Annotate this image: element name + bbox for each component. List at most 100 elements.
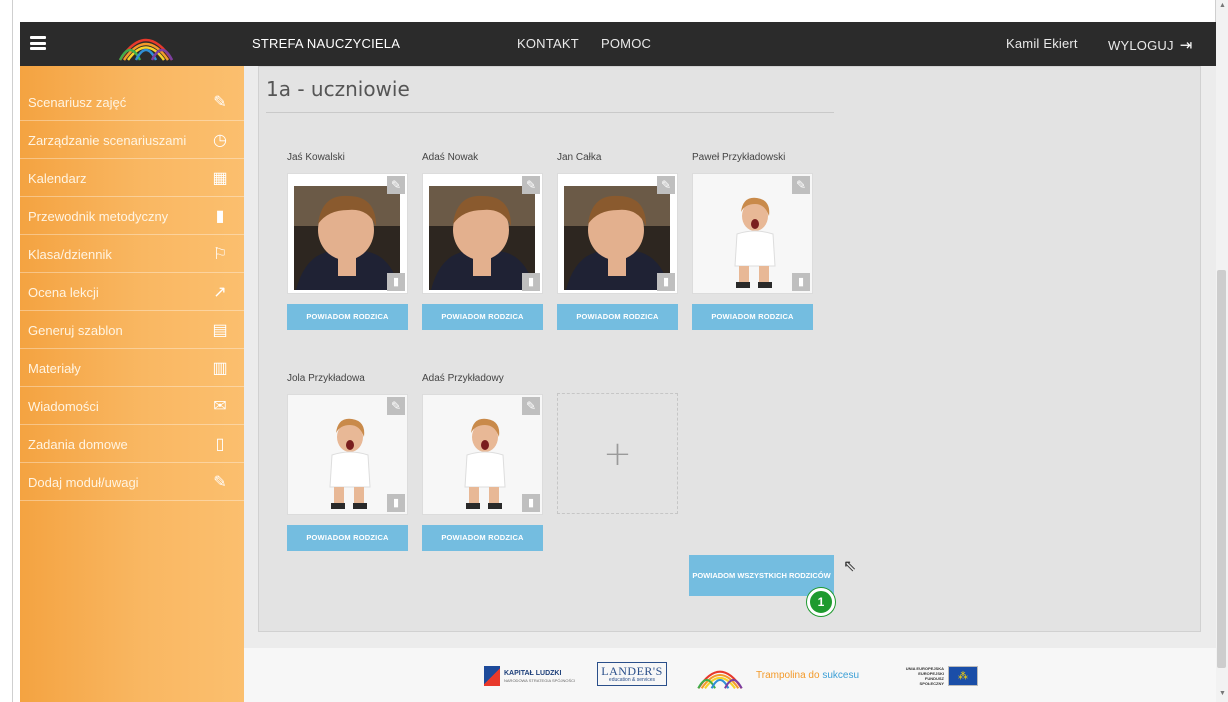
notify-parent-button[interactable]: POWIADOM RODZICA [422, 525, 543, 551]
logout-button[interactable]: WYLOGUJ ⇥ [1108, 36, 1192, 54]
chart-up-icon: ↗ [213, 284, 227, 301]
student-photo: ✎ ▮ [692, 173, 813, 294]
sidebar-item-zarzadzanie[interactable]: Zarządzanie scenariuszami ◷ [20, 121, 244, 159]
eu-text: UNIA EUROPEJSKA EUROPEJSKI FUNDUSZ SPOŁE… [905, 666, 944, 686]
title-divider [266, 112, 834, 113]
flag-icon [484, 666, 500, 686]
sidebar-item-wiadomosci[interactable]: Wiadomości ✉ [20, 387, 244, 425]
hamburger-icon[interactable] [30, 36, 46, 50]
student-card: Paweł Przykładowski ✎ ▮ POWIADOM RODZICA [692, 152, 813, 330]
compass-icon: ◷ [213, 132, 227, 149]
film-icon: ▥ [212, 360, 228, 377]
sidebar-item-kalendarz[interactable]: Kalendarz ▦ [20, 159, 244, 197]
trash-icon[interactable]: ▮ [522, 494, 540, 512]
sidebar-item-generuj[interactable]: Generuj szablon ▤ [20, 311, 244, 349]
sidebar-item-label: Przewodnik metodyczny [28, 208, 169, 224]
student-photo: ✎ ▮ [422, 173, 543, 294]
pencil-icon[interactable]: ✎ [792, 176, 810, 194]
notify-parent-button[interactable]: POWIADOM RODZICA [287, 525, 408, 551]
sidebar-item-label: Generuj szablon [28, 322, 123, 338]
scroll-down-arrow-icon[interactable]: ▼ [1219, 690, 1226, 697]
edit-note-icon: ✎ [213, 94, 227, 111]
student-card: Adaś Nowak ✎ ▮ POWIADOM RODZICA [422, 152, 543, 330]
trampolina-accent: sukcesu [822, 669, 860, 681]
calendar-icon: ▦ [212, 170, 228, 187]
sidebar-item-scenariusz[interactable]: Scenariusz zajęć ✎ [20, 83, 244, 121]
nav-strefa-nauczyciela[interactable]: STREFA NAUCZYCIELA [252, 36, 400, 51]
rainbow-logo[interactable] [116, 26, 176, 62]
trampolina-text: Trampolina do sukcesu [756, 670, 859, 681]
student-name: Adaś Przykładowy [422, 373, 504, 384]
book-icon: ▮ [215, 208, 225, 225]
page-title: 1a - uczniowie [266, 77, 410, 101]
sidebar-item-label: Scenariusz zajęć [28, 94, 127, 110]
trash-icon[interactable]: ▮ [522, 273, 540, 291]
pencil-icon[interactable]: ✎ [522, 397, 540, 415]
student-photo: ✎ ▮ [557, 173, 678, 294]
pencil-icon[interactable]: ✎ [387, 176, 405, 194]
landers-logo: LANDER'S education & services [597, 662, 667, 686]
trash-icon[interactable]: ▮ [792, 273, 810, 291]
notify-parent-button[interactable]: POWIADOM RODZICA [692, 304, 813, 330]
student-photo: ✎ ▮ [287, 394, 408, 515]
student-card: Jan Całka ✎ ▮ POWIADOM RODZICA [557, 152, 678, 330]
sidebar-item-label: Klasa/dziennik [28, 246, 112, 262]
notify-parent-button[interactable]: POWIADOM RODZICA [287, 304, 408, 330]
kapital-ludzki-logo: KAPITAŁ LUDZKI NARODOWA STRATEGIA SPÓJNO… [484, 666, 575, 686]
logout-label: WYLOGUJ [1108, 37, 1174, 53]
open-book-icon: ▯ [215, 436, 225, 453]
sidebar-item-label: Ocena lekcji [28, 284, 99, 300]
document-icon: ▤ [212, 322, 228, 339]
trampolina-logo: Trampolina do sukcesu [692, 660, 859, 690]
mouse-cursor-icon: ⇖ [843, 558, 857, 575]
logout-arrow-icon: ⇥ [1179, 37, 1193, 54]
envelope-icon: ✉ [213, 398, 227, 415]
top-navigation-bar: STREFA NAUCZYCIELA KONTAKT POMOC Kamil E… [20, 22, 1216, 66]
sidebar-item-label: Wiadomości [28, 398, 99, 414]
add-student-button[interactable]: + [557, 393, 678, 514]
student-photo: ✎ ▮ [287, 173, 408, 294]
nav-pomoc[interactable]: POMOC [601, 36, 651, 51]
sidebar-item-label: Zarządzanie scenariuszami [28, 132, 187, 148]
sidebar-item-zadania[interactable]: Zadania domowe ▯ [20, 425, 244, 463]
nav-kontakt[interactable]: KONTAKT [517, 36, 579, 51]
pencil-icon[interactable]: ✎ [522, 176, 540, 194]
user-name[interactable]: Kamil Ekiert [1006, 36, 1078, 51]
student-card: Adaś Przykładowy ✎ ▮ POWIADOM RODZICA [422, 373, 543, 551]
sidebar-item-dodaj-modul[interactable]: Dodaj moduł/uwagi ✎ [20, 463, 244, 501]
rainbow-logo [697, 670, 743, 689]
teacher-board-icon: ⚐ [212, 246, 228, 263]
notify-parent-button[interactable]: POWIADOM RODZICA [422, 304, 543, 330]
notify-parent-button[interactable]: POWIADOM RODZICA [557, 304, 678, 330]
student-name: Jan Całka [557, 152, 602, 163]
scrollbar-thumb[interactable] [1217, 270, 1226, 668]
scroll-up-arrow-icon[interactable]: ▲ [1219, 2, 1226, 9]
student-name: Adaś Nowak [422, 152, 479, 163]
kapital-subtext: NARODOWA STRATEGIA SPÓJNOŚCI [504, 677, 576, 683]
lander-subtext: education & services [608, 677, 656, 683]
step-badge: 1 [807, 588, 835, 616]
trash-icon[interactable]: ▮ [657, 273, 675, 291]
sidebar-item-ocena[interactable]: Ocena lekcji ↗ [20, 273, 244, 311]
trampolina-main: Trampolina do [756, 669, 823, 681]
sidebar-item-label: Dodaj moduł/uwagi [28, 474, 139, 490]
sidebar-item-klasa[interactable]: Klasa/dziennik ⚐ [20, 235, 244, 273]
sidebar-item-label: Zadania domowe [28, 436, 128, 452]
trash-icon[interactable]: ▮ [387, 273, 405, 291]
pencil-icon[interactable]: ✎ [657, 176, 675, 194]
kapital-text: KAPITAŁ LUDZKI [504, 669, 562, 677]
lander-text: LANDER'S [601, 664, 663, 678]
sidebar-item-materialy[interactable]: Materiały ▥ [20, 349, 244, 387]
sidebar-item-label: Materiały [28, 360, 81, 376]
student-card: Jaś Kowalski ✎ ▮ POWIADOM RODZICA [287, 152, 408, 330]
sidebar: Scenariusz zajęć ✎ Zarządzanie scenarius… [20, 66, 244, 702]
sidebar-item-przewodnik[interactable]: Przewodnik metodyczny ▮ [20, 197, 244, 235]
trash-icon[interactable]: ▮ [387, 494, 405, 512]
eu-flag-icon: ⁂ [948, 666, 978, 686]
pencil-icon[interactable]: ✎ [387, 397, 405, 415]
add-note-icon: ✎ [213, 474, 227, 491]
student-photo: ✎ ▮ [422, 394, 543, 515]
student-card: Jola Przykładowa ✎ ▮ POWIADOM RODZICA [287, 373, 408, 551]
student-name: Jola Przykładowa [287, 373, 365, 384]
plus-icon: + [603, 433, 632, 474]
